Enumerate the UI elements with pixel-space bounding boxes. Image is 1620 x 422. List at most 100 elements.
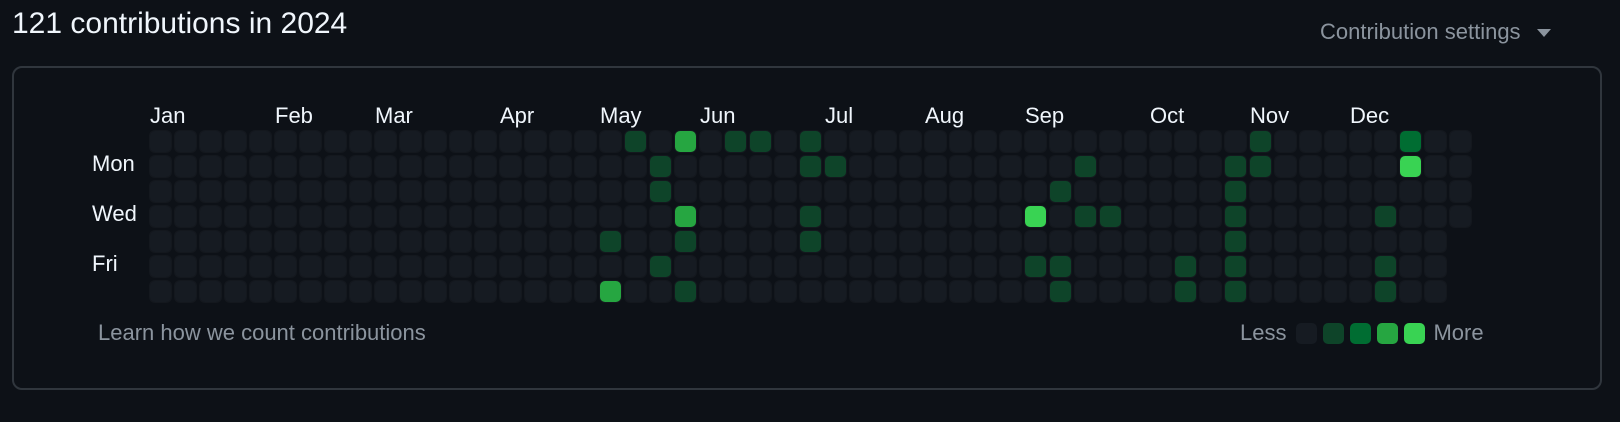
contribution-cell[interactable]: [700, 206, 721, 227]
contribution-cell[interactable]: [225, 181, 246, 202]
contribution-cell[interactable]: [900, 181, 921, 202]
contribution-cell[interactable]: [875, 281, 896, 302]
contribution-cell[interactable]: [450, 206, 471, 227]
contribution-cell[interactable]: [850, 256, 871, 277]
contribution-cell[interactable]: [725, 281, 746, 302]
contribution-cell[interactable]: [625, 206, 646, 227]
contribution-cell[interactable]: [900, 156, 921, 177]
contribution-cell[interactable]: [200, 156, 221, 177]
contribution-cell[interactable]: [875, 256, 896, 277]
contribution-cell[interactable]: [1150, 181, 1171, 202]
contribution-cell[interactable]: [1050, 256, 1071, 277]
contribution-cell[interactable]: [1125, 206, 1146, 227]
contribution-cell[interactable]: [1150, 281, 1171, 302]
contribution-cell[interactable]: [250, 231, 271, 252]
contribution-cell[interactable]: [1250, 281, 1271, 302]
contribution-cell[interactable]: [1350, 281, 1371, 302]
contribution-cell[interactable]: [375, 206, 396, 227]
contribution-cell[interactable]: [250, 156, 271, 177]
contribution-cell[interactable]: [725, 231, 746, 252]
contribution-cell[interactable]: [500, 281, 521, 302]
contribution-cell[interactable]: [375, 131, 396, 152]
contribution-cell[interactable]: [750, 281, 771, 302]
contribution-cell[interactable]: [1075, 131, 1096, 152]
contribution-cell[interactable]: [1025, 181, 1046, 202]
contribution-cell[interactable]: [275, 231, 296, 252]
contribution-cell[interactable]: [500, 231, 521, 252]
contribution-cell[interactable]: [1275, 231, 1296, 252]
contribution-cell[interactable]: [300, 281, 321, 302]
contribution-settings-button[interactable]: Contribution settings: [1320, 14, 1551, 50]
contribution-cell[interactable]: [1000, 231, 1021, 252]
contribution-cell[interactable]: [1375, 256, 1396, 277]
contribution-cell[interactable]: [925, 256, 946, 277]
contribution-cell[interactable]: [225, 231, 246, 252]
contribution-cell[interactable]: [525, 256, 546, 277]
contribution-cell[interactable]: [325, 256, 346, 277]
learn-how-we-count-link[interactable]: Learn how we count contributions: [98, 320, 426, 346]
contribution-cell[interactable]: [250, 256, 271, 277]
contribution-cell[interactable]: [850, 131, 871, 152]
contribution-cell[interactable]: [350, 256, 371, 277]
contribution-cell[interactable]: [475, 131, 496, 152]
contribution-cell[interactable]: [1125, 156, 1146, 177]
contribution-cell[interactable]: [1025, 231, 1046, 252]
contribution-cell[interactable]: [350, 181, 371, 202]
contribution-cell[interactable]: [800, 231, 821, 252]
contribution-cell[interactable]: [550, 256, 571, 277]
contribution-cell[interactable]: [1000, 206, 1021, 227]
contribution-cell[interactable]: [475, 156, 496, 177]
contribution-cell[interactable]: [1275, 156, 1296, 177]
contribution-cell[interactable]: [175, 256, 196, 277]
contribution-cell[interactable]: [500, 256, 521, 277]
contribution-cell[interactable]: [825, 206, 846, 227]
contribution-cell[interactable]: [725, 206, 746, 227]
contribution-cell[interactable]: [1250, 181, 1271, 202]
contribution-cell[interactable]: [1075, 281, 1096, 302]
contribution-cell[interactable]: [1150, 256, 1171, 277]
contribution-cell[interactable]: [875, 131, 896, 152]
contribution-cell[interactable]: [700, 281, 721, 302]
contribution-cell[interactable]: [1175, 156, 1196, 177]
contribution-cell[interactable]: [250, 181, 271, 202]
contribution-cell[interactable]: [975, 156, 996, 177]
contribution-cell[interactable]: [200, 231, 221, 252]
contribution-cell[interactable]: [225, 156, 246, 177]
contribution-cell[interactable]: [1175, 131, 1196, 152]
contribution-cell[interactable]: [975, 181, 996, 202]
contribution-cell[interactable]: [1325, 131, 1346, 152]
contribution-cell[interactable]: [1150, 131, 1171, 152]
contribution-cell[interactable]: [300, 231, 321, 252]
contribution-cell[interactable]: [1100, 231, 1121, 252]
contribution-cell[interactable]: [1225, 131, 1246, 152]
contribution-cell[interactable]: [1175, 181, 1196, 202]
contribution-cell[interactable]: [1275, 281, 1296, 302]
contribution-cell[interactable]: [675, 281, 696, 302]
contribution-cell[interactable]: [400, 256, 421, 277]
contribution-cell[interactable]: [925, 231, 946, 252]
contribution-cell[interactable]: [425, 281, 446, 302]
contribution-cell[interactable]: [950, 231, 971, 252]
contribution-cell[interactable]: [900, 206, 921, 227]
contribution-cell[interactable]: [1375, 156, 1396, 177]
contribution-cell[interactable]: [550, 181, 571, 202]
contribution-cell[interactable]: [950, 206, 971, 227]
contribution-cell[interactable]: [1250, 156, 1271, 177]
contribution-cell[interactable]: [1200, 131, 1221, 152]
contribution-cell[interactable]: [1450, 131, 1471, 152]
contribution-cell[interactable]: [375, 231, 396, 252]
contribution-cell[interactable]: [1025, 256, 1046, 277]
contribution-cell[interactable]: [575, 256, 596, 277]
contribution-cell[interactable]: [675, 206, 696, 227]
contribution-cell[interactable]: [325, 181, 346, 202]
contribution-cell[interactable]: [275, 156, 296, 177]
contribution-cell[interactable]: [1425, 131, 1446, 152]
contribution-cell[interactable]: [250, 206, 271, 227]
contribution-cell[interactable]: [225, 281, 246, 302]
contribution-cell[interactable]: [775, 281, 796, 302]
contribution-cell[interactable]: [975, 231, 996, 252]
contribution-cell[interactable]: [750, 231, 771, 252]
contribution-cell[interactable]: [225, 256, 246, 277]
contribution-cell[interactable]: [525, 231, 546, 252]
contribution-cell[interactable]: [575, 206, 596, 227]
